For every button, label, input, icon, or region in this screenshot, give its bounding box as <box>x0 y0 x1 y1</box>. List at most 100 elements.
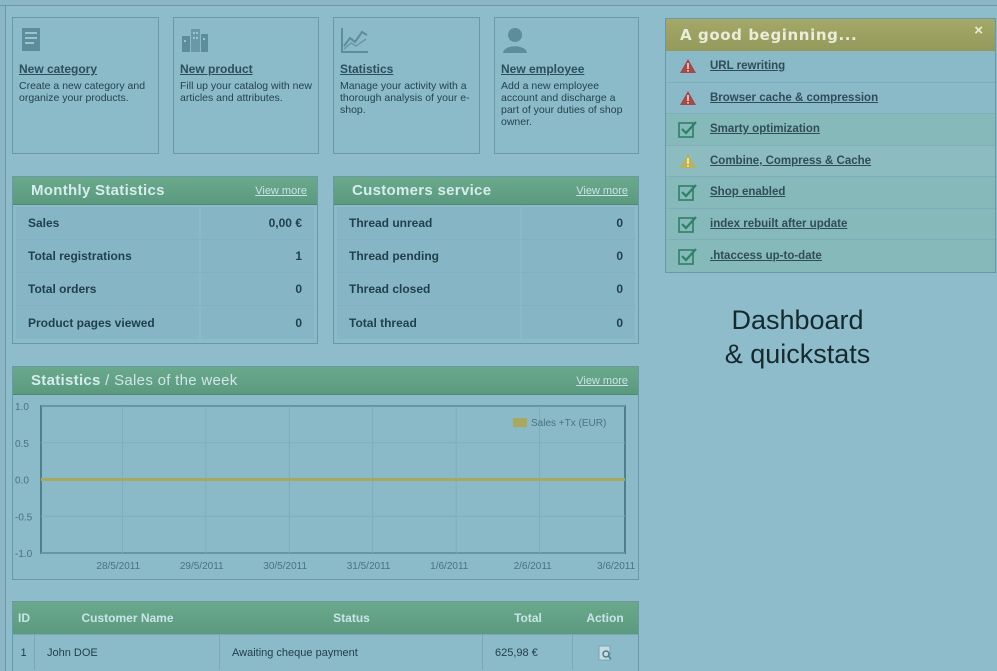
stat-row: Thread unread 0 <box>337 207 635 240</box>
quick-action-title[interactable]: New category <box>19 62 152 76</box>
x-tick-label: 1/6/2011 <box>430 561 469 572</box>
monthly-statistics-panel: Monthly Statistics View more Sales 0,00 … <box>12 176 318 344</box>
x-tick-label: 3/6/2011 <box>597 561 636 572</box>
chart-title: Statistics <box>31 372 101 389</box>
y-tick-label: 1.0 <box>15 402 29 413</box>
stat-value: 0 <box>522 306 635 339</box>
checklist-item[interactable]: .htaccess up-to-date <box>666 240 995 272</box>
quick-action-title[interactable]: New employee <box>501 62 632 76</box>
order-customer: John DOE <box>35 635 220 670</box>
view-more-link[interactable]: View more <box>255 185 307 197</box>
x-tick-label: 31/5/2011 <box>347 561 391 572</box>
stat-row: Total orders 0 <box>16 273 314 306</box>
checkmark-icon <box>666 215 710 233</box>
panel-header: Statistics / Sales of the week View more <box>13 367 638 395</box>
chart-subtitle: / Sales of the week <box>100 372 238 389</box>
table-row[interactable]: 1 John DOE Awaiting cheque payment 625,9… <box>13 634 638 670</box>
close-icon[interactable]: × <box>974 22 983 39</box>
checklist-item[interactable]: index rebuilt after update <box>666 208 995 240</box>
stat-label: Thread unread <box>337 207 522 239</box>
checklist-header: A good beginning... × <box>666 19 995 51</box>
quick-action-desc: Fill up your catalog with new articles a… <box>180 80 312 104</box>
stat-value: 0 <box>201 273 314 305</box>
x-tick-label: 29/5/2011 <box>180 561 224 572</box>
dashboard-caption: Dashboard & quickstats <box>690 303 905 371</box>
quick-action-statistics[interactable]: Statistics Manage your activity with a t… <box>333 17 480 154</box>
window-left-border <box>0 6 6 671</box>
checklist-item[interactable]: Browser cache & compression <box>666 83 995 114</box>
stat-label: Total registrations <box>16 240 201 272</box>
x-tick-label: 30/5/2011 <box>263 561 307 572</box>
checklist-item[interactable]: Smarty optimization <box>666 114 995 146</box>
quick-action-new-employee[interactable]: New employee Add a new employee account … <box>494 17 639 154</box>
order-total: 625,98 € <box>483 635 573 670</box>
buildings-icon <box>180 26 208 54</box>
stat-label: Total orders <box>16 273 201 305</box>
col-header-status: Status <box>333 611 370 625</box>
folder-icon <box>19 26 47 54</box>
panel-header: Monthly Statistics View more <box>13 177 317 205</box>
person-icon <box>501 26 529 54</box>
customers-service-panel: Customers service View more Thread unrea… <box>333 176 639 344</box>
quick-action-new-category[interactable]: New category Create a new category and o… <box>12 17 159 154</box>
checklist-item[interactable]: Shop enabled <box>666 177 995 209</box>
stat-label: Total thread <box>337 306 522 339</box>
checklist-items: URL rewriting Browser cache & compressio… <box>666 51 995 272</box>
stat-value: 0 <box>522 273 635 305</box>
orders-table-header: ID Customer Name Status Total Action <box>13 602 638 634</box>
checklist-label[interactable]: Browser cache & compression <box>710 92 878 104</box>
checklist-title: A good beginning... <box>680 26 858 44</box>
checklist-label[interactable]: Smarty optimization <box>710 123 820 135</box>
panel-title: Statistics / Sales of the week <box>31 372 238 389</box>
stat-row: Total registrations 1 <box>16 240 314 273</box>
warning-icon <box>666 153 710 169</box>
checklist-label[interactable]: Shop enabled <box>710 186 785 198</box>
view-more-link[interactable]: View more <box>576 375 628 387</box>
checkmark-icon <box>666 120 710 139</box>
stat-value: 0 <box>201 306 314 339</box>
quick-action-desc: Add a new employee account and discharge… <box>501 80 623 128</box>
checklist-item[interactable]: URL rewriting <box>666 51 995 83</box>
error-icon <box>666 58 710 74</box>
stat-label: Sales <box>16 207 201 239</box>
stat-row: Sales 0,00 € <box>16 207 314 240</box>
sales-statistics-panel: Statistics / Sales of the week View more… <box>12 366 639 580</box>
checklist-label[interactable]: index rebuilt after update <box>710 218 847 230</box>
x-tick-label: 28/5/2011 <box>96 561 140 572</box>
checklist-label[interactable]: Combine, Compress & Cache <box>710 155 871 167</box>
checklist-label[interactable]: .htaccess up-to-date <box>710 250 822 262</box>
view-order-button[interactable] <box>573 635 637 670</box>
panel-title: Customers service <box>352 182 492 199</box>
col-header-id: ID <box>18 611 30 625</box>
col-header-action: Action <box>586 611 624 625</box>
stat-value: 0 <box>522 240 635 272</box>
quick-action-desc: Manage your activity with a thorough ana… <box>340 80 470 116</box>
checklist-item[interactable]: Combine, Compress & Cache <box>666 145 995 177</box>
view-more-link[interactable]: View more <box>576 185 628 197</box>
y-tick-label: -1.0 <box>15 549 33 560</box>
x-tick-label: 2/6/2011 <box>514 561 553 572</box>
quick-action-new-product[interactable]: New product Fill up your catalog with ne… <box>173 17 319 154</box>
checklist-label[interactable]: URL rewriting <box>710 60 785 72</box>
y-tick-label: -0.5 <box>15 512 33 523</box>
sales-chart: 1.0 0.5 0.0 -0.5 -1.0 28/5/2011 29/5/2011 30/5/… <box>13 396 637 576</box>
quick-action-title[interactable]: New product <box>180 62 312 76</box>
panel-title: Monthly Statistics <box>31 182 165 199</box>
stat-label: Thread pending <box>337 240 522 272</box>
col-header-total: Total <box>514 611 542 625</box>
checkmark-icon <box>666 247 710 265</box>
caption-line-2: & quickstats <box>724 339 871 369</box>
stat-row: Product pages viewed 0 <box>16 306 314 339</box>
caption-line-1: Dashboard <box>731 305 864 335</box>
y-tick-label: 0.0 <box>15 476 29 487</box>
stat-row: Total thread 0 <box>337 306 635 339</box>
error-icon <box>666 90 710 106</box>
order-id: 1 <box>13 635 35 670</box>
window-top-border <box>0 0 997 6</box>
good-beginning-checklist: A good beginning... × URL rewriting Brow… <box>665 18 996 273</box>
magnifier-icon <box>598 645 612 660</box>
sales-chart-svg: 1.0 0.5 0.0 -0.5 -1.0 28/5/2011 29/5/2011 30/5/… <box>15 402 636 572</box>
quick-action-title[interactable]: Statistics <box>340 62 473 76</box>
stat-value: 1 <box>201 240 314 272</box>
checkmark-icon <box>666 183 710 202</box>
